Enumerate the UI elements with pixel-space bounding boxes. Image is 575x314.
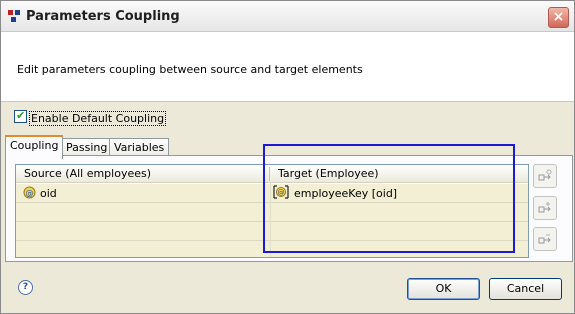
cancel-button[interactable]: Cancel: [489, 278, 562, 300]
column-header-source[interactable]: Source (All employees): [16, 165, 270, 183]
svg-text:@: @: [26, 189, 34, 198]
couple-button[interactable]: [533, 164, 557, 188]
title-bar[interactable]: Parameters Coupling ×: [1, 1, 574, 32]
source-cell[interactable]: oid: [40, 187, 57, 200]
add-coupling-icon: [538, 202, 551, 213]
message-banner: Edit parameters coupling between source …: [1, 32, 574, 102]
dialog-title: Parameters Coupling: [26, 9, 180, 24]
eclipse-app-icon: [8, 10, 20, 22]
checkbox-box[interactable]: ✔: [14, 109, 27, 123]
help-button[interactable]: ?: [18, 280, 33, 295]
highlight-rectangle: [263, 144, 515, 253]
add-coupling-button[interactable]: [533, 196, 557, 220]
remove-coupling-icon: [538, 234, 551, 244]
banner-message: Edit parameters coupling between source …: [17, 63, 363, 76]
checkmark-icon: ✔: [16, 109, 26, 122]
enable-default-coupling-label[interactable]: Enable Default Coupling: [29, 111, 167, 126]
parameter-icon: @: [23, 186, 36, 199]
tab-coupling[interactable]: Coupling: [5, 135, 64, 159]
parameters-coupling-dialog: Parameters Coupling × Edit parameters co…: [0, 0, 575, 314]
couple-icon: [538, 169, 552, 181]
remove-coupling-button[interactable]: [533, 227, 557, 251]
ok-button[interactable]: OK: [407, 278, 480, 300]
close-button[interactable]: ×: [548, 7, 569, 28]
